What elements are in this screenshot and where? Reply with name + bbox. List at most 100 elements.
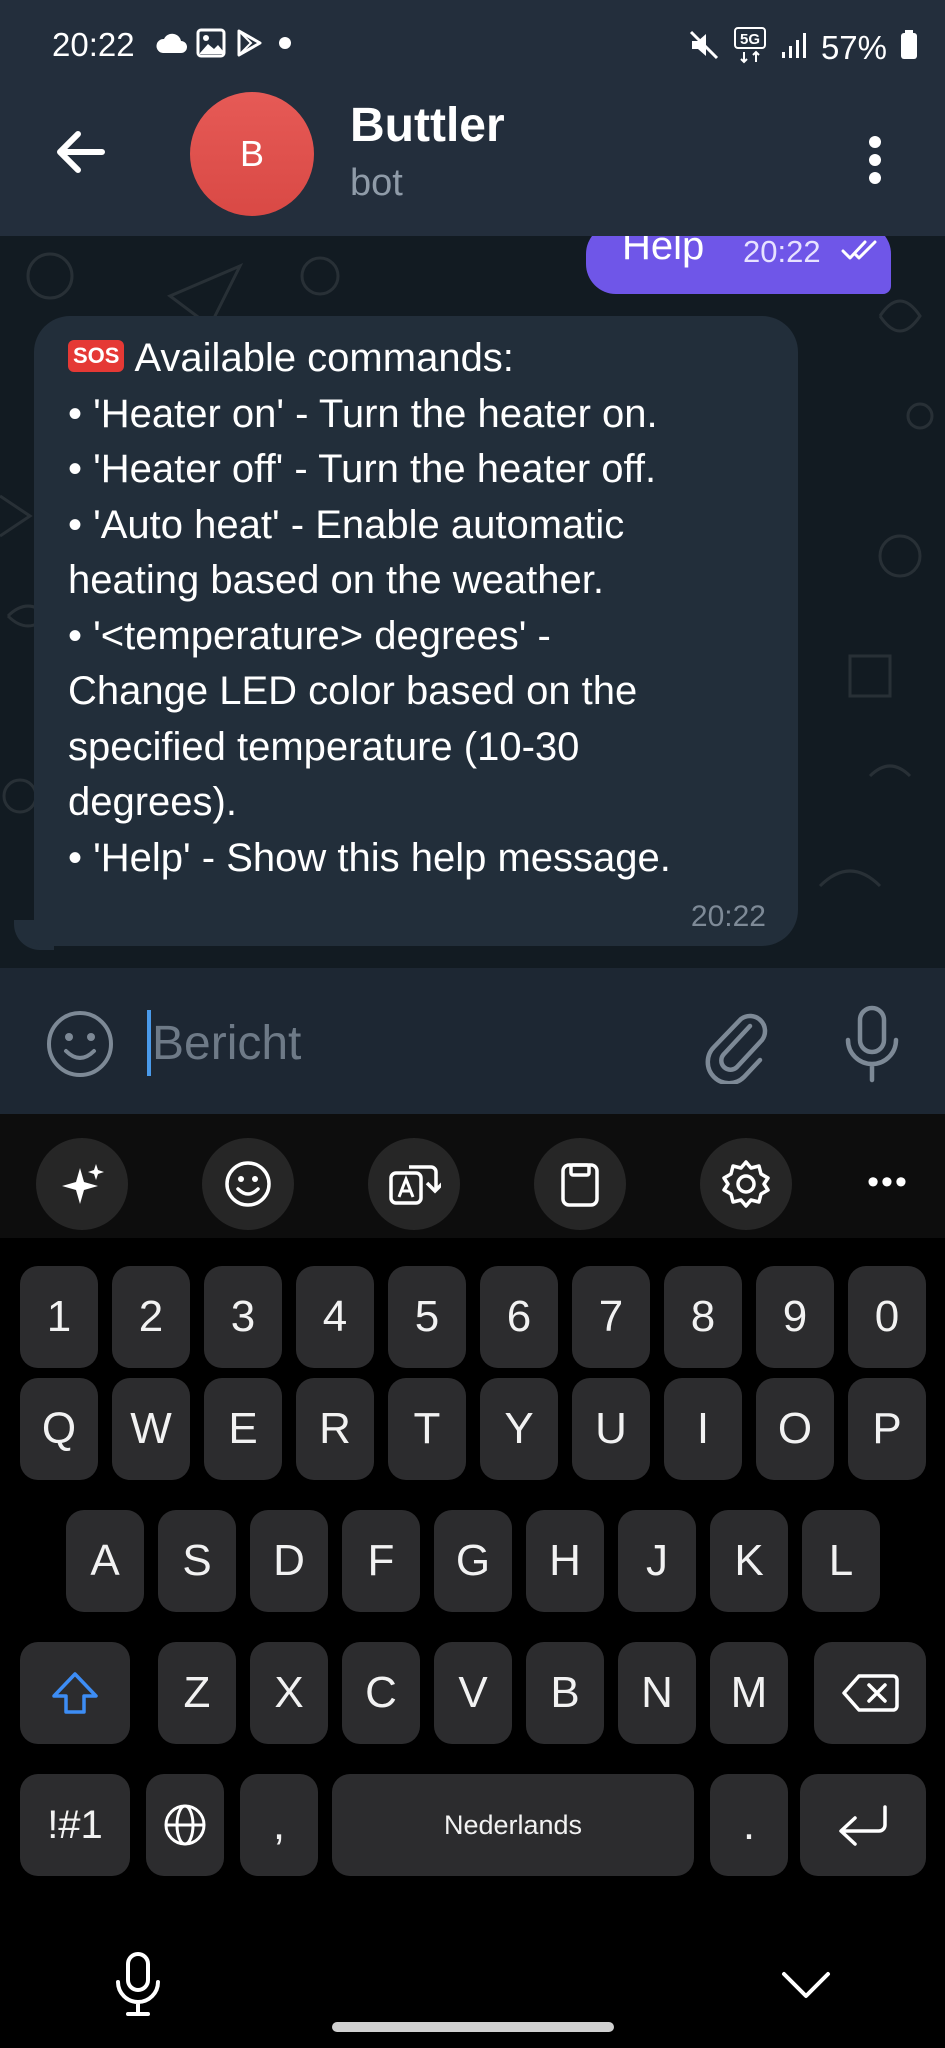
chat-title[interactable]: Buttler (350, 98, 505, 153)
voice-input-button[interactable] (112, 1950, 164, 2020)
key-g[interactable]: G (434, 1510, 512, 1612)
key-w[interactable]: W (112, 1378, 190, 1480)
key-0[interactable]: 0 (848, 1266, 926, 1368)
ai-tools-button[interactable] (36, 1138, 128, 1230)
translate-button[interactable] (368, 1138, 460, 1230)
image-icon (196, 28, 226, 58)
key-a[interactable]: A (66, 1510, 144, 1612)
home-indicator[interactable] (332, 2022, 614, 2032)
incoming-message[interactable]: SOS Available commands: • 'Heater on' - T… (34, 316, 798, 946)
key-l[interactable]: L (802, 1510, 880, 1612)
message-line: heating based on the weather. (68, 558, 604, 602)
key-7[interactable]: 7 (572, 1266, 650, 1368)
chat-subtitle: bot (350, 162, 403, 204)
message-line: • 'Auto heat' - Enable automatic (68, 503, 625, 547)
status-time: 20:22 (52, 26, 135, 63)
key-r[interactable]: R (296, 1378, 374, 1480)
back-button[interactable] (48, 120, 112, 184)
translate-icon (389, 1165, 441, 1205)
message-composer (0, 968, 945, 1114)
key-u[interactable]: U (572, 1378, 650, 1480)
dot-icon (272, 30, 298, 56)
key-t[interactable]: T (388, 1378, 466, 1480)
key-i[interactable]: I (664, 1378, 742, 1480)
key-k[interactable]: K (710, 1510, 788, 1612)
attach-button[interactable] (700, 1004, 772, 1086)
emoji-keyboard-button[interactable] (202, 1138, 294, 1230)
key-h[interactable]: H (526, 1510, 604, 1612)
key-x[interactable]: X (250, 1642, 328, 1744)
shift-key[interactable] (20, 1642, 130, 1744)
key-d[interactable]: D (250, 1510, 328, 1612)
shift-icon (52, 1672, 98, 1714)
key-s[interactable]: S (158, 1510, 236, 1612)
period-key[interactable]: . (710, 1774, 788, 1876)
enter-icon (839, 1805, 887, 1846)
clipboard-button[interactable] (534, 1138, 626, 1230)
message-line: • '<temperature> degrees' - (68, 614, 551, 658)
message-line: • 'Heater off' - Turn the heater off. (68, 447, 657, 491)
enter-key[interactable] (800, 1774, 926, 1876)
battery-percentage: 57% (820, 28, 887, 66)
key-3[interactable]: 3 (204, 1266, 282, 1368)
message-line: SOS Available commands: (68, 336, 514, 381)
key-e[interactable]: E (204, 1378, 282, 1480)
comma-key[interactable]: , (240, 1774, 318, 1876)
key-j[interactable]: J (618, 1510, 696, 1612)
avatar[interactable]: B (190, 92, 314, 216)
emoji-icon (225, 1161, 271, 1207)
keyboard-toolbar: ••• (0, 1114, 945, 1238)
emoji-button[interactable] (44, 1008, 116, 1080)
cloud-icon (154, 31, 188, 55)
microphone-icon (116, 1952, 160, 2016)
language-key[interactable] (146, 1774, 224, 1876)
chat-header-area: 20:22 5G 57% B Buttler bot (0, 0, 945, 236)
key-1[interactable]: 1 (20, 1266, 98, 1368)
message-line: degrees). (68, 780, 237, 824)
key-v[interactable]: V (434, 1642, 512, 1744)
microphone-icon (845, 1005, 899, 1083)
key-y[interactable]: Y (480, 1378, 558, 1480)
chat-messages[interactable]: Help 20:22 SOS Available commands: • 'Hea… (0, 236, 945, 968)
message-input[interactable] (152, 998, 672, 1088)
backspace-key[interactable] (814, 1642, 926, 1744)
outgoing-message[interactable]: Help 20:22 (586, 236, 891, 294)
key-q[interactable]: Q (20, 1378, 98, 1480)
kebab-menu-icon (869, 136, 881, 184)
key-6[interactable]: 6 (480, 1266, 558, 1368)
avatar-letter: B (239, 133, 264, 174)
keyboard-settings-button[interactable] (700, 1138, 792, 1230)
mute-icon (687, 28, 721, 67)
key-p[interactable]: P (848, 1378, 926, 1480)
status-bar: 20:22 5G 57% (0, 0, 945, 90)
key-z[interactable]: Z (158, 1642, 236, 1744)
key-f[interactable]: F (342, 1510, 420, 1612)
text-cursor (147, 1010, 151, 1076)
voice-message-button[interactable] (836, 1002, 908, 1086)
sos-icon: SOS (68, 340, 125, 372)
settings-icon (722, 1160, 770, 1208)
more-menu-button[interactable] (852, 128, 898, 192)
message-line: specified temperature (10-30 (68, 725, 580, 769)
key-8[interactable]: 8 (664, 1266, 742, 1368)
symbols-key[interactable]: !#1 (20, 1774, 130, 1876)
key-m[interactable]: M (710, 1642, 788, 1744)
outgoing-message-text: Help (622, 236, 705, 268)
system-navigation-bar (0, 1898, 945, 2048)
space-key[interactable]: Nederlands (332, 1774, 694, 1876)
key-n[interactable]: N (618, 1642, 696, 1744)
arrow-left-icon (57, 131, 105, 173)
more-icon[interactable]: ••• (860, 1162, 916, 1202)
key-b[interactable]: B (526, 1642, 604, 1744)
paperclip-icon (705, 1013, 768, 1086)
key-o[interactable]: O (756, 1378, 834, 1480)
sparkle-icon (62, 1164, 104, 1204)
key-c[interactable]: C (342, 1642, 420, 1744)
double-check-icon (841, 240, 877, 260)
battery-icon (899, 29, 919, 66)
key-4[interactable]: 4 (296, 1266, 374, 1368)
key-2[interactable]: 2 (112, 1266, 190, 1368)
hide-keyboard-button[interactable] (778, 1964, 834, 2004)
key-9[interactable]: 9 (756, 1266, 834, 1368)
key-5[interactable]: 5 (388, 1266, 466, 1368)
